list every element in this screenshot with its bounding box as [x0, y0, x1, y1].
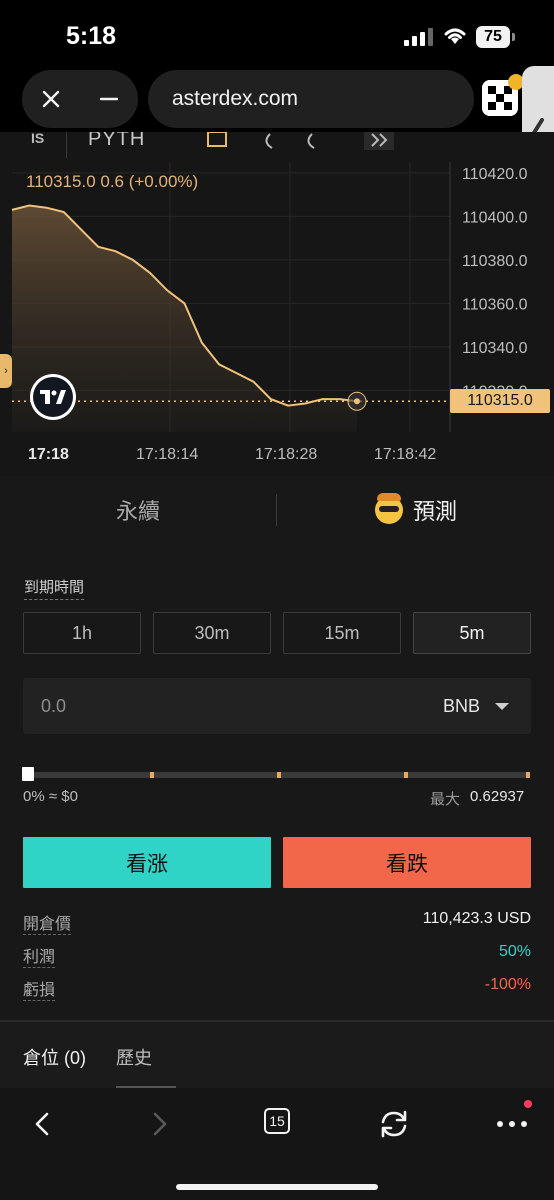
positions-tabs: 倉位 (0) 歷史: [0, 1020, 554, 1088]
slider-handle[interactable]: [22, 767, 34, 781]
chart-tools[interactable]: [206, 132, 396, 152]
back-icon[interactable]: [22, 1104, 62, 1144]
y-tick-label: 110420.0: [462, 166, 528, 183]
mode-tabs: 永續 預測: [0, 476, 554, 544]
x-tick-first: 17:18: [28, 446, 69, 463]
y-tick-label: 110380.0: [462, 253, 528, 270]
open-price-row: 開倉價 110,423.3 USD: [23, 910, 531, 935]
undo-icon: [265, 133, 273, 149]
notification-dot: [524, 1100, 532, 1108]
battery-icon: 75: [476, 26, 516, 48]
pyth-logo: PYTH: [88, 132, 146, 150]
cool-face-emoji-icon: [374, 493, 403, 524]
expiry-option-15m[interactable]: 15m: [283, 612, 401, 654]
slider-tick-50[interactable]: [277, 772, 281, 778]
browser-toolbar: 15: [0, 1088, 554, 1200]
minimize-icon[interactable]: [80, 70, 138, 128]
tab-prediction[interactable]: 預測: [278, 476, 554, 544]
status-time: 5:18: [66, 22, 117, 50]
tab-perpetual-label: 永續: [115, 499, 160, 524]
profit-row: 利潤 50%: [23, 943, 531, 968]
amount-value: 0.0: [41, 696, 67, 716]
slider-tick-25[interactable]: [150, 772, 154, 778]
trading-panel: 永續 預測 到期時間 1h 30m 15m 5m 0.0 BNB 0% ≈ $0…: [0, 476, 554, 1020]
forward-icon[interactable]: [140, 1104, 180, 1144]
browser-controls: [22, 70, 138, 128]
expiry-option-30m[interactable]: 30m: [153, 612, 271, 654]
profit-label: 利潤: [23, 943, 56, 968]
price-info: 110315.0 0.6 (+0.00%): [26, 172, 199, 191]
close-icon[interactable]: [22, 70, 80, 128]
tab-prediction-label: 預測: [412, 499, 457, 524]
slider-percent-text: 0% ≈ $0: [23, 788, 78, 805]
profit-value: 50%: [498, 943, 531, 960]
x-tick-2: 17:18:28: [255, 446, 318, 463]
open-price-label: 開倉價: [23, 910, 72, 935]
more-icon[interactable]: [492, 1104, 532, 1144]
amount-unit-select[interactable]: BNB: [443, 696, 480, 717]
tab-history[interactable]: 歷史: [116, 1044, 152, 1070]
indicator-icon: [207, 132, 227, 147]
cellular-signal-icon: [404, 28, 433, 46]
bearish-button[interactable]: 看跌: [283, 837, 531, 888]
wifi-icon: [444, 28, 466, 44]
status-bar: 5:18 75: [0, 0, 554, 66]
left-drawer-handle[interactable]: ›: [0, 354, 12, 388]
chevron-down-icon[interactable]: [495, 703, 509, 710]
last-point: [354, 398, 360, 405]
tab-positions[interactable]: 倉位 (0): [23, 1044, 86, 1070]
price-chart[interactable]: IS PYTH 110420.0 110400.0 110380.0 110360.0…: [0, 132, 554, 476]
slider-tick-100[interactable]: [526, 772, 530, 778]
x-tick-3: 17:18:42: [374, 446, 437, 463]
chart-toolbar: IS PYTH: [0, 132, 554, 162]
battery-level: 75: [476, 26, 510, 48]
max-value: 0.62937: [470, 788, 525, 805]
home-indicator: [176, 1184, 378, 1190]
bullish-button[interactable]: 看涨: [23, 837, 271, 888]
open-price-value: 110,423.3 USD: [422, 910, 531, 927]
last-price-tag: 110315.0: [450, 389, 550, 413]
tabs-count-icon[interactable]: 15: [264, 1108, 290, 1134]
slider-tick-75[interactable]: [404, 772, 408, 778]
loss-row: 虧損 -100%: [23, 976, 531, 1001]
refresh-icon[interactable]: [374, 1104, 414, 1144]
x-tick-1: 17:18:14: [136, 446, 199, 463]
address-bar[interactable]: asterdex.com: [148, 70, 474, 128]
redo-icon: [307, 133, 315, 149]
loss-label: 虧損: [23, 976, 56, 1001]
max-label: 最大: [430, 791, 461, 808]
expiry-option-1h[interactable]: 1h: [23, 612, 141, 654]
y-tick-label: 110360.0: [462, 296, 528, 313]
expiry-label: 到期時間: [24, 576, 85, 600]
y-tick-label: 110340.0: [462, 340, 528, 357]
expiry-option-5m[interactable]: 5m: [413, 612, 531, 654]
amount-input[interactable]: 0.0 BNB: [23, 678, 531, 734]
chart-interval[interactable]: IS: [31, 132, 44, 146]
loss-value: -100%: [484, 976, 531, 993]
url-text: asterdex.com: [172, 87, 299, 110]
y-tick-label: 110400.0: [462, 209, 528, 226]
tab-perpetual[interactable]: 永續: [0, 476, 276, 544]
tradingview-logo[interactable]: [30, 374, 76, 420]
browser-bar: asterdex.com: [0, 66, 554, 132]
